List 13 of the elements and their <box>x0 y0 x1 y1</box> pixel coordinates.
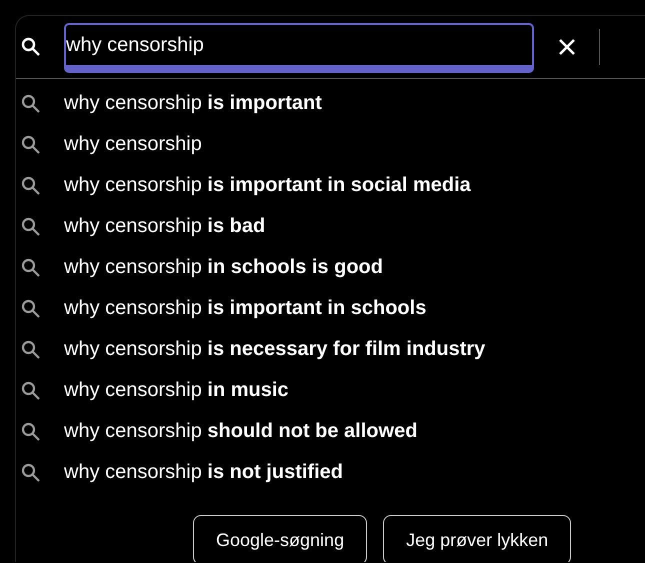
suggestion-item[interactable]: why censorship in music <box>64 379 289 402</box>
search-field[interactable]: why censorship <box>64 23 534 73</box>
suggestion-item[interactable]: why censorship should not be allowed <box>64 420 418 443</box>
suggestion-item[interactable]: why censorship in schools is good <box>64 256 383 279</box>
suggestion-item[interactable]: why censorship is important in social media <box>64 174 471 197</box>
suggestion-item[interactable]: why censorship is important <box>64 92 322 115</box>
suggestion-item[interactable]: why censorship <box>64 133 202 156</box>
search-button[interactable]: Jeg prøver lykken <box>383 515 572 562</box>
suggestion-item[interactable]: why censorship is not justified <box>64 461 343 484</box>
suggestion-item[interactable]: why censorship is bad <box>64 215 266 238</box>
search-button[interactable]: Google-søgning <box>193 515 368 562</box>
suggestion-item[interactable]: why censorship is important in schools <box>64 297 426 320</box>
suggestion-item[interactable]: why censorship is necessary for film industry <box>64 338 486 361</box>
